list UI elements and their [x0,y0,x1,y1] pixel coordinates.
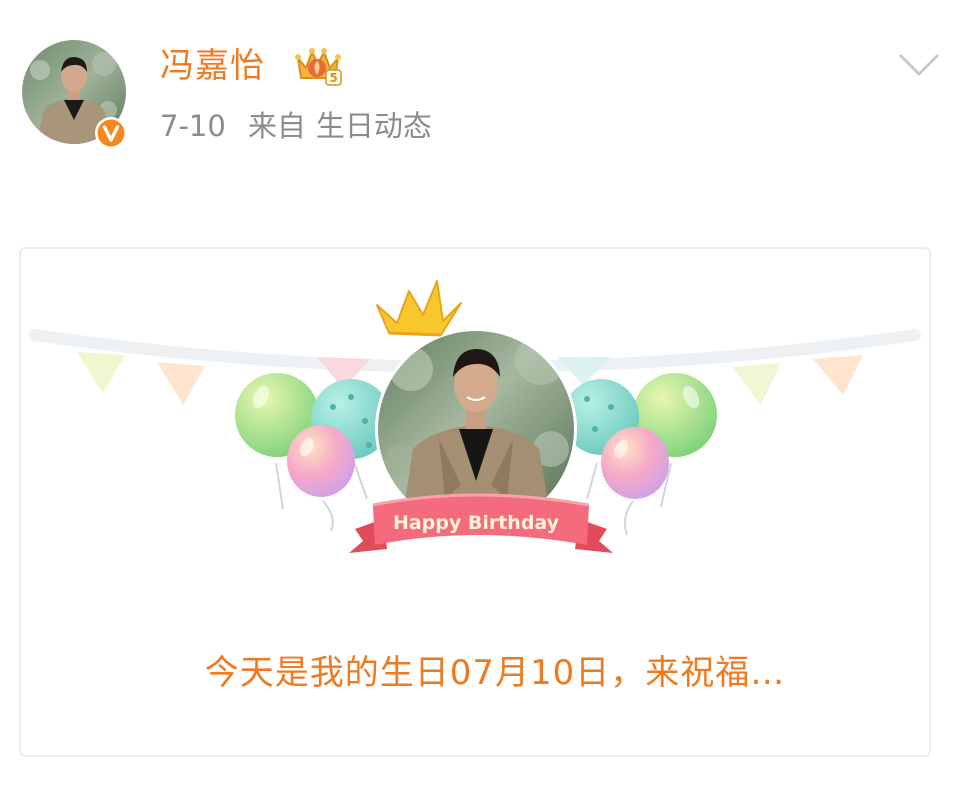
post-meta: 7-10 来自 生日动态 [160,104,454,148]
source-label: 来自 [247,109,306,143]
banner-text: Happy Birthday [393,512,560,534]
verified-v-icon [95,117,127,149]
feed-post: 冯嘉怡 5 7-10 来自 生日动态 Happy Birthday 今天是我的生… [0,0,967,789]
post-date: 7-10 [160,109,226,143]
birthday-message: 今天是我的生日07月10日，来祝福… [204,653,786,693]
birthday-card[interactable]: Happy Birthday 今天是我的生日07月10日，来祝福… [19,247,931,757]
crown-level-text: 5 [329,71,337,85]
crown-badge-icon[interactable]: 5 [292,44,344,88]
source-name[interactable]: 生日动态 [316,109,432,143]
username[interactable]: 冯嘉怡 [160,40,265,92]
chevron-down-icon[interactable] [897,50,941,80]
birthday-illustration: Happy Birthday [29,280,921,553]
avatar[interactable] [22,40,127,149]
